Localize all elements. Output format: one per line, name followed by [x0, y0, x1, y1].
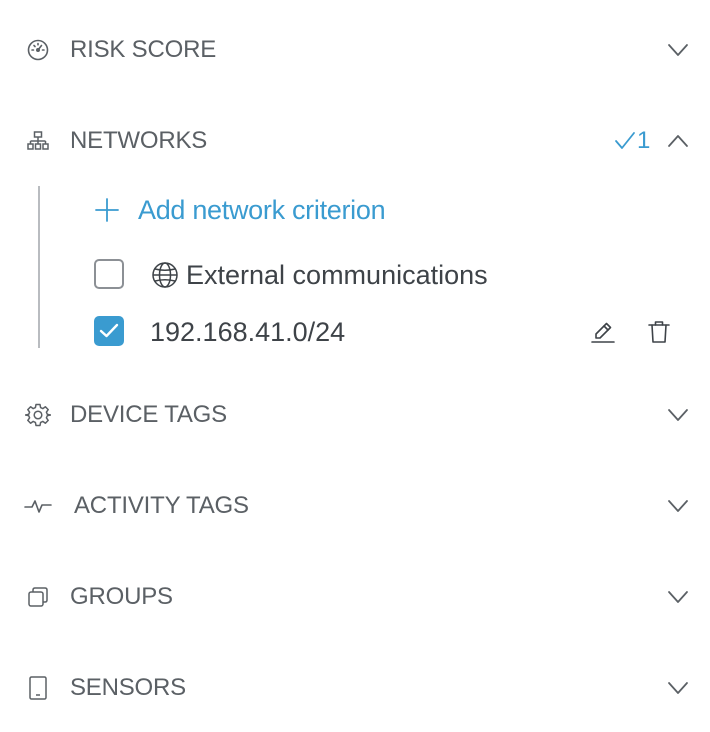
chevron-up-icon[interactable] — [664, 129, 692, 153]
section-label: RISK SCORE — [70, 36, 217, 63]
section-label: GROUPS — [70, 583, 173, 610]
section-label: NETWORKS — [70, 127, 208, 154]
section-label: ACTIVITY TAGS — [74, 492, 249, 519]
tree-line — [38, 186, 40, 348]
activity-pulse-icon — [24, 494, 52, 518]
selected-count-badge: 1 — [614, 119, 650, 163]
section-networks[interactable]: NETWORKS 1 — [0, 119, 710, 163]
add-network-criterion-button[interactable]: Add network criterion — [94, 190, 386, 230]
criterion-label: External communications — [186, 260, 488, 290]
stack-icon — [24, 585, 52, 609]
criterion-checkbox[interactable] — [94, 259, 124, 289]
section-device-tags[interactable]: DEVICE TAGS — [0, 393, 710, 437]
trash-icon[interactable] — [644, 317, 674, 347]
section-label: SENSORS — [70, 674, 186, 701]
chevron-down-icon[interactable] — [664, 38, 692, 62]
check-icon — [615, 132, 635, 149]
plus-icon — [95, 198, 119, 222]
criterion-checkbox[interactable] — [94, 316, 124, 346]
gauge-icon — [24, 38, 52, 62]
chevron-down-icon[interactable] — [664, 676, 692, 700]
criterion-row-external-communications: External communications — [94, 256, 694, 296]
selected-count: 1 — [637, 127, 651, 154]
network-icon — [24, 129, 52, 153]
criterion-label-wrap: External communications — [150, 256, 488, 294]
section-risk-score[interactable]: RISK SCORE — [0, 28, 710, 72]
tablet-icon — [24, 676, 52, 700]
section-sensors[interactable]: SENSORS — [0, 666, 710, 710]
globe-icon — [152, 262, 178, 288]
chevron-down-icon[interactable] — [664, 585, 692, 609]
criterion-row-subnet: 192.168.41.0/24 — [94, 313, 694, 353]
section-activity-tags[interactable]: ACTIVITY TAGS — [0, 484, 710, 528]
gear-icon — [24, 403, 52, 427]
chevron-down-icon[interactable] — [664, 403, 692, 427]
section-groups[interactable]: GROUPS — [0, 575, 710, 619]
add-network-criterion-label: Add network criterion — [138, 194, 386, 225]
criterion-label: 192.168.41.0/24 — [150, 317, 346, 347]
check-icon — [99, 323, 119, 338]
edit-icon[interactable] — [588, 317, 618, 347]
section-label: DEVICE TAGS — [70, 401, 227, 428]
chevron-down-icon[interactable] — [664, 494, 692, 518]
